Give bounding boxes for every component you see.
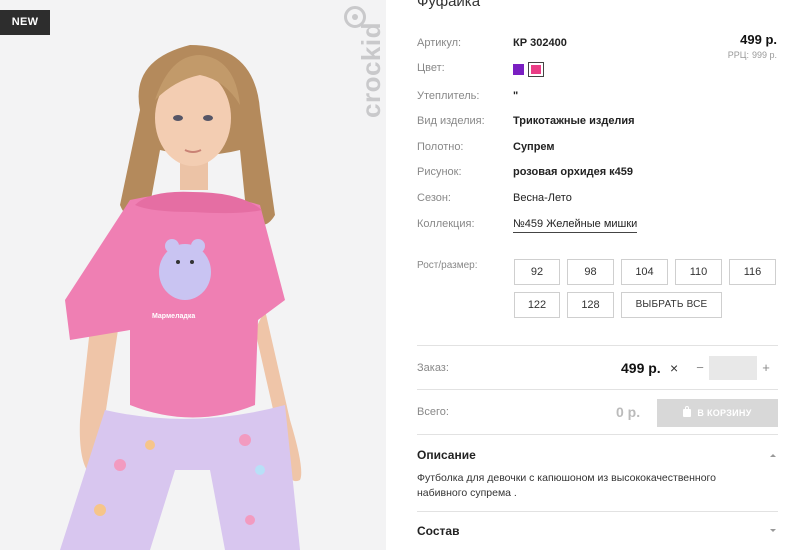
add-to-cart-button[interactable]: В КОРЗИНУ	[657, 399, 778, 427]
shopping-bag-icon	[683, 406, 692, 417]
sizes-label: Рост/размер:	[417, 260, 478, 271]
total-value: 0 р.	[616, 404, 641, 420]
detail-value: розовая орхидея к459	[513, 166, 634, 178]
description-text: Футболка для девочки с капюшоном из высо…	[417, 472, 716, 499]
detail-label: Артикул:	[417, 37, 462, 49]
order-price: 499 р.	[621, 360, 661, 376]
color-swatch-purple[interactable]	[513, 64, 524, 75]
rrp-price: РРЦ: 999 р.	[725, 50, 777, 60]
detail-label: Утеплитель:	[417, 90, 480, 102]
product-title: Фуфайка	[417, 0, 481, 10]
svg-text:Мармеладка: Мармеладка	[152, 313, 195, 320]
quantity-input[interactable]	[709, 356, 757, 380]
divider	[417, 345, 778, 346]
detail-value: Трикотажные изделия	[513, 115, 635, 127]
description-title[interactable]: Описание	[417, 448, 476, 462]
detail-value: "	[513, 90, 519, 102]
size-option[interactable]: 98	[567, 259, 614, 285]
quantity-increase-button[interactable]: +	[760, 360, 772, 376]
detail-label: Полотно:	[417, 141, 464, 153]
detail-label: Сезон:	[417, 192, 451, 204]
composition-title[interactable]: Состав	[417, 524, 459, 538]
brand-name: crockid	[356, 22, 386, 118]
select-all-sizes-button[interactable]: ВЫБРАТЬ ВСЕ	[621, 292, 722, 318]
rrp-value: 999 р.	[751, 50, 777, 60]
detail-label: Вид изделия:	[417, 115, 485, 127]
close-icon: ×	[670, 360, 679, 376]
rrp-label: РРЦ:	[727, 50, 749, 60]
total-label: Всего:	[417, 406, 449, 418]
detail-label: Цвет:	[417, 62, 445, 74]
size-option[interactable]: 116	[729, 259, 776, 285]
size-option[interactable]: 104	[621, 259, 668, 285]
size-option[interactable]: 128	[567, 292, 614, 318]
detail-value: Супрем	[513, 141, 555, 153]
detail-label: Рисунок:	[417, 166, 462, 178]
chevron-down-icon[interactable]	[768, 525, 778, 535]
product-photo[interactable]: Мармеладка NEW crockid	[0, 0, 386, 550]
new-badge: NEW	[0, 10, 50, 35]
add-to-cart-label: В КОРЗИНУ	[697, 408, 752, 418]
detail-value: Весна-Лето	[513, 192, 572, 204]
chevron-up-icon[interactable]	[768, 450, 778, 460]
divider	[417, 389, 778, 390]
brand-logo: crockid	[342, 6, 386, 146]
size-option[interactable]: 92	[514, 259, 560, 285]
divider	[417, 511, 778, 512]
divider	[417, 434, 778, 435]
product-price: 499 р.	[740, 32, 777, 47]
size-option[interactable]: 122	[514, 292, 560, 318]
detail-value: КР 302400	[513, 37, 567, 49]
quantity-decrease-button[interactable]: −	[694, 360, 706, 376]
order-label: Заказ:	[417, 362, 449, 374]
collection-link[interactable]: №459 Желейные мишки	[513, 218, 638, 233]
model-illustration: Мармеладка	[60, 45, 302, 550]
color-swatch-pink-selected[interactable]	[528, 62, 544, 77]
detail-label: Коллекция:	[417, 218, 475, 230]
size-option[interactable]: 110	[675, 259, 722, 285]
